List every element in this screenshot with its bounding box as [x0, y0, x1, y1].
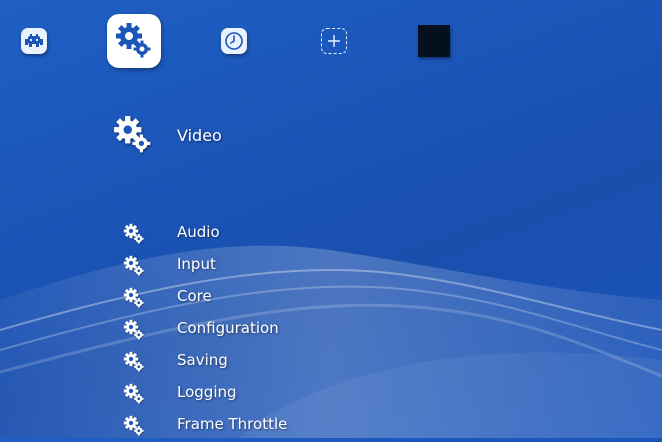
tab-settings[interactable]: [107, 14, 161, 68]
tab-main-menu[interactable]: [7, 14, 61, 68]
menu-item-saving[interactable]: Saving: [0, 346, 662, 378]
menu-item-label: Audio: [177, 223, 220, 241]
gears-icon: [122, 350, 146, 374]
tab-add[interactable]: [307, 14, 361, 68]
menu-item-input[interactable]: Input: [0, 250, 662, 282]
gears-icon: [114, 116, 151, 153]
menu-item-audio[interactable]: Audio: [0, 218, 662, 250]
add-content-icon: [321, 28, 347, 54]
menu-item-label: Configuration: [177, 319, 279, 337]
gears-icon: [122, 286, 146, 310]
menu-item-label: Core: [177, 287, 212, 305]
menu-item-label: Frame Throttle: [177, 415, 288, 433]
selected-item-label[interactable]: Video: [177, 126, 222, 145]
black-thumbnail-icon: [418, 25, 450, 57]
gears-icon: [122, 382, 146, 406]
clock-icon: [221, 28, 247, 54]
menu-item-label: Saving: [177, 351, 228, 369]
menu-item-configuration[interactable]: Configuration: [0, 314, 662, 346]
gears-icon: [122, 254, 146, 278]
tab-thumbnail[interactable]: [407, 14, 461, 68]
gears-icon: [107, 14, 161, 68]
gears-icon: [122, 414, 146, 438]
menu-item-frame-throttle[interactable]: Frame Throttle: [0, 410, 662, 442]
menu-item-label: Logging: [177, 383, 237, 401]
selected-category-icon: [112, 114, 154, 156]
menu-item-label: Input: [177, 255, 216, 273]
tab-history[interactable]: [207, 14, 261, 68]
gears-icon: [122, 318, 146, 342]
gears-icon: [122, 222, 146, 246]
retroarch-invader-icon: [21, 28, 47, 54]
menu-item-core[interactable]: Core: [0, 282, 662, 314]
menu-item-logging[interactable]: Logging: [0, 378, 662, 410]
top-tab-bar: [0, 0, 662, 80]
